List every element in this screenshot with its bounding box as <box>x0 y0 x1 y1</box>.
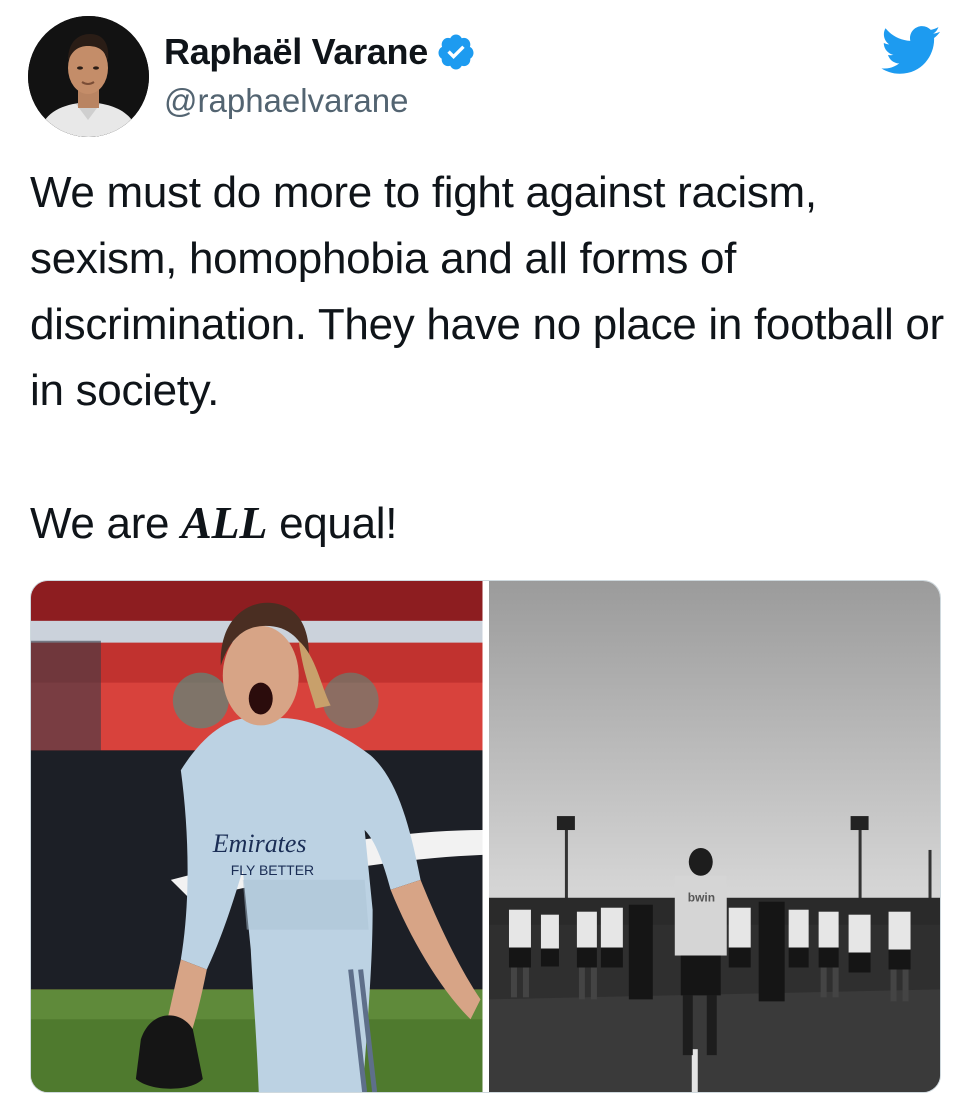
goalkeeper-celebrating-photo[interactable]: Emirates FLY BETTER <box>31 581 483 1092</box>
display-name[interactable]: Raphaël Varane <box>164 31 428 73</box>
team-standing-on-pitch-photo[interactable]: bwin <box>488 581 940 1092</box>
twitter-bird-icon[interactable] <box>879 24 941 76</box>
jersey-sponsor-text: bwin <box>687 891 714 905</box>
tweet-text-prefix: We are <box>30 499 182 548</box>
tweet-paragraph-1: We must do more to fight against racism,… <box>30 168 944 415</box>
tweet-text-suffix: equal! <box>267 499 398 548</box>
verified-badge-icon <box>436 32 476 72</box>
profile-photo <box>28 16 149 137</box>
author-handle[interactable]: @raphaelvarane <box>164 82 409 120</box>
avatar[interactable] <box>28 16 149 137</box>
jersey-sponsor-subtext: FLY BETTER <box>231 862 314 878</box>
tweet-text-emphasis: ALL <box>181 497 268 548</box>
media-grid: Emirates FLY BETTER bwin <box>30 580 941 1093</box>
tweet-card[interactable]: Raphaël Varane @raphaelvarane We must do… <box>0 0 963 1100</box>
jersey-sponsor-text: Emirates <box>212 829 307 858</box>
author-name-row[interactable]: Raphaël Varane <box>164 30 476 74</box>
tweet-text: We must do more to fight against racism,… <box>30 160 950 557</box>
tweet-paragraph-2: We are ALL equal! <box>30 490 950 557</box>
